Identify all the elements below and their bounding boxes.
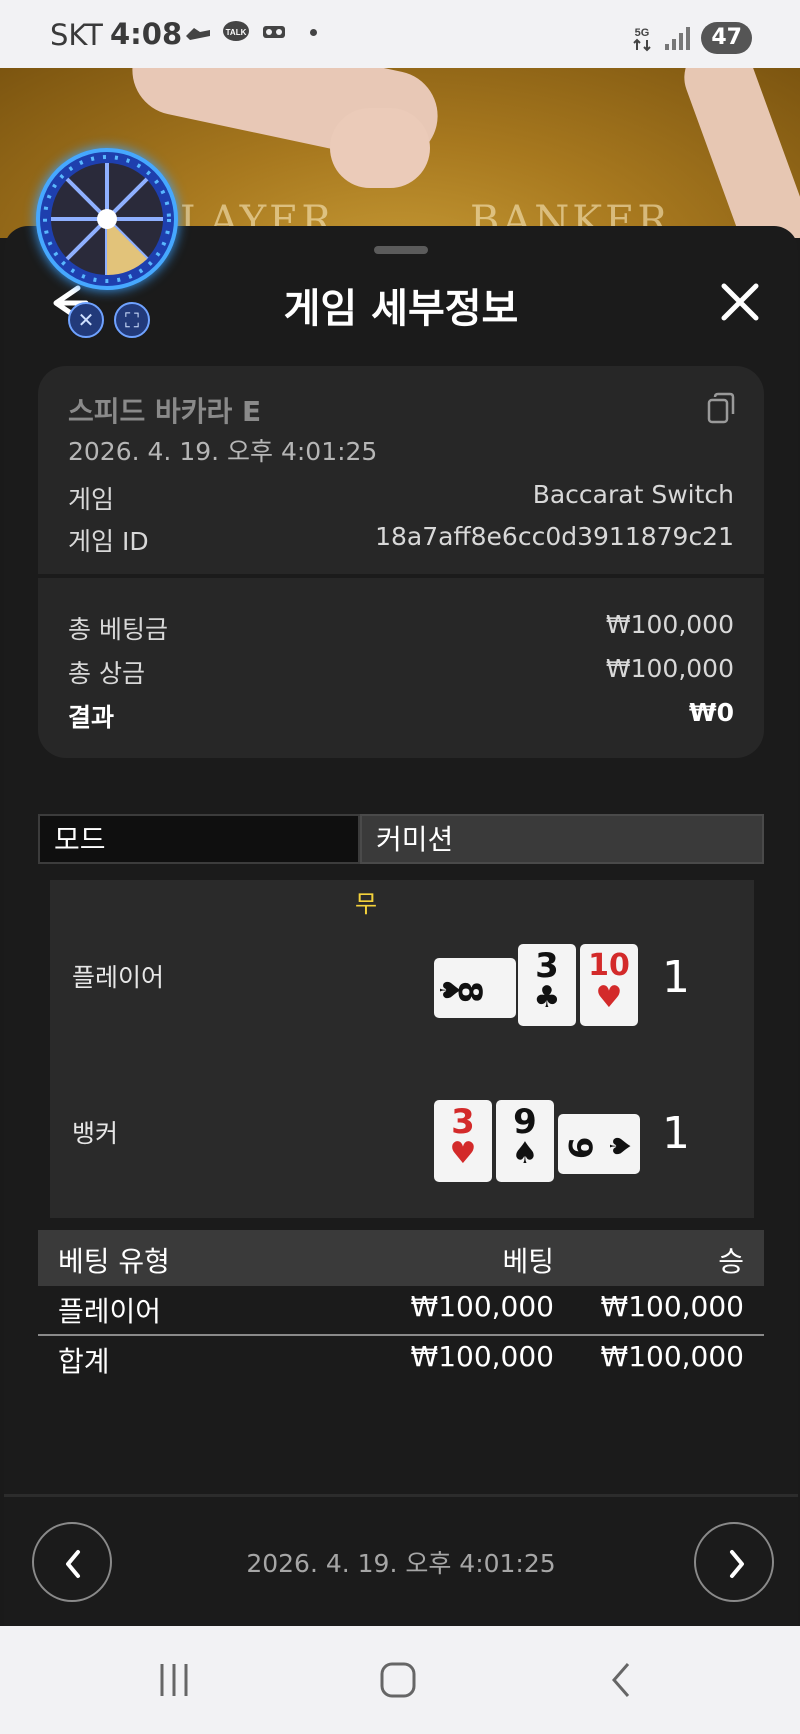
clock: 4:08	[110, 17, 183, 51]
footer-datetime: 2026. 4. 19. 오후 4:01:25	[246, 1549, 556, 1578]
widget-close-button[interactable]: ✕	[68, 302, 104, 338]
total-prize-value: ₩100,000	[605, 654, 734, 683]
player-card-2: 3 ♣	[518, 944, 576, 1026]
recent-apps-icon[interactable]	[156, 1660, 192, 1700]
card-rank: 9	[561, 1136, 599, 1160]
banker-card-2: 9 ♠	[496, 1100, 554, 1182]
bet-amount-cell: ₩100,000	[410, 1290, 554, 1323]
header-win: 승	[718, 1245, 744, 1278]
card-suit: ♠	[603, 1133, 636, 1159]
total-bet-label: 총 베팅금	[68, 615, 168, 644]
svg-text:5G: 5G	[635, 27, 650, 39]
round-result: 무	[354, 890, 378, 918]
player-score: 1	[662, 952, 690, 1003]
bet-table: 베팅 유형 베팅 승 플레이어 ₩100,000 ₩100,000 합계 ₩10…	[38, 1230, 764, 1382]
game-id-label: 게임 ID	[68, 527, 149, 556]
bet-table-header: 베팅 유형 베팅 승	[38, 1230, 764, 1286]
game-name: 스피드 바카라 E	[68, 395, 262, 428]
card-suit: ♥	[449, 1136, 477, 1171]
total-bet-value: ₩100,000	[605, 610, 734, 639]
talk-icon: TALK	[223, 21, 249, 41]
game-info-card: 스피드 바카라 E 2026. 4. 19. 오후 4:01:25 게임 Bac…	[38, 366, 764, 758]
game-type-label: 게임	[68, 485, 115, 514]
header-bet: 베팅	[502, 1245, 554, 1278]
card-suit: ♠	[511, 1136, 539, 1171]
total-win: ₩100,000	[600, 1340, 744, 1373]
dealer-hand	[330, 108, 430, 188]
total-bet: ₩100,000	[410, 1340, 554, 1373]
bet-type-cell: 플레이어	[58, 1295, 162, 1328]
total-label: 합계	[58, 1345, 110, 1378]
svg-text:TALK: TALK	[226, 28, 247, 37]
chevron-right-icon	[730, 1550, 744, 1578]
banker-card-3: ♠ 9	[558, 1114, 640, 1174]
game-id-value: 18a7aff8e6cc0d3911879c21	[375, 522, 734, 551]
next-round-button[interactable]	[694, 1522, 774, 1602]
battery-indicator: 47	[701, 22, 752, 54]
copy-icon[interactable]	[706, 392, 736, 424]
header-bet-type: 베팅 유형	[58, 1245, 170, 1278]
divider	[4, 1494, 798, 1497]
more-notifications-dot	[310, 28, 317, 36]
card-suit: ♥	[595, 980, 623, 1015]
status-bar: SKT 4:08 TALK 5G 47	[0, 0, 800, 68]
carrier-label: SKT	[50, 18, 103, 52]
tab-commission[interactable]: 커미션	[360, 814, 764, 864]
voicemail-icon	[263, 26, 285, 38]
tab-mode[interactable]: 모드	[38, 814, 360, 864]
drag-handle[interactable]	[374, 246, 428, 254]
result-label: 결과	[68, 703, 115, 732]
banker-label: 뱅커	[72, 1119, 119, 1148]
player-card-3: 10 ♥	[580, 944, 638, 1026]
player-card-1: ♠ 8	[433, 958, 516, 1018]
game-type-value: Baccarat Switch	[532, 480, 734, 509]
game-datetime: 2026. 4. 19. 오후 4:01:25	[68, 437, 378, 466]
wheel-icon	[43, 155, 171, 283]
game-details-sheet: 게임 세부정보 스피드 바카라 E 2026. 4. 19. 오후 4:01:2…	[4, 226, 798, 1626]
mode-tabs: 모드 커미션	[38, 814, 764, 864]
total-prize-label: 총 상금	[68, 659, 145, 688]
home-icon[interactable]	[378, 1660, 418, 1700]
widget-expand-button[interactable]: ⛶	[114, 302, 150, 338]
player-label: 플레이어	[72, 963, 165, 992]
win-amount-cell: ₩100,000	[600, 1290, 744, 1323]
banker-card-1: 3 ♥	[434, 1100, 492, 1182]
signal-icon	[665, 27, 691, 50]
game-info-top: 스피드 바카라 E 2026. 4. 19. 오후 4:01:25 게임 Bac…	[38, 366, 764, 578]
total-row: 합계 ₩100,000 ₩100,000	[38, 1334, 764, 1382]
hand-result-panel: 무 플레이어 ♠ 8 3 ♣ 10 ♥ 1 뱅커 3 ♥ 9 ♠ ♠ 9 1	[50, 880, 754, 1218]
banker-score: 1	[662, 1108, 690, 1159]
result-value: ₩0	[689, 698, 734, 727]
dealer-arm-right	[674, 68, 800, 238]
card-suit: ♣	[533, 980, 561, 1015]
back-nav-icon[interactable]	[606, 1660, 636, 1700]
network-5g-icon: 5G	[633, 27, 652, 52]
card-rank: 8	[451, 980, 489, 1004]
game-app-icon	[186, 28, 210, 40]
system-nav-bar	[0, 1626, 800, 1734]
table-row: 플레이어 ₩100,000 ₩100,000	[38, 1286, 764, 1334]
close-icon[interactable]	[718, 280, 762, 324]
floating-wheel-widget[interactable]	[36, 148, 178, 290]
